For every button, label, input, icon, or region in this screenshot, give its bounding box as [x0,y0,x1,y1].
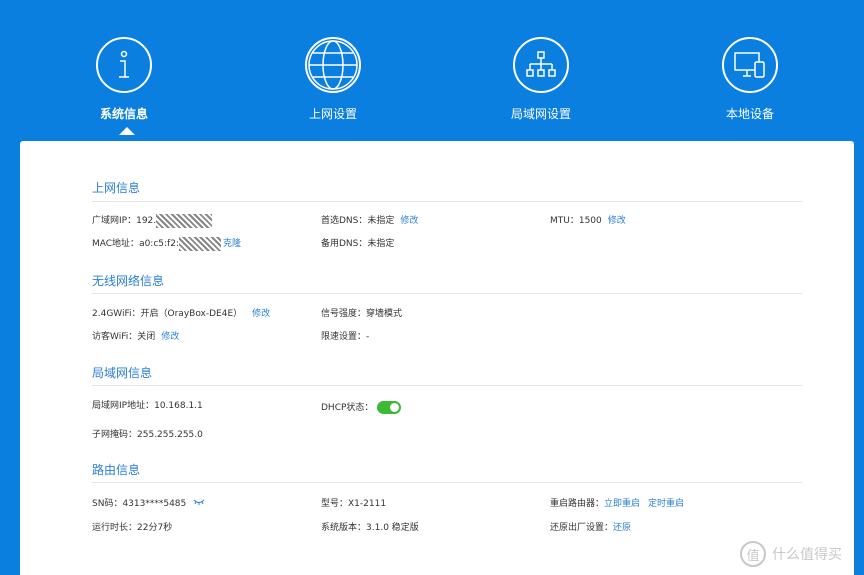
divider [92,201,802,202]
network-icon [513,37,569,93]
dns2-value: 未指定 [367,239,395,249]
sn-label: SN码： [92,499,123,509]
section-title-router: 路由信息 [92,463,141,477]
signal-label: 信号强度： [321,309,367,319]
info-card: 上网信息 广域网IP：192. MAC地址：a0:c5:f2: 克隆 首选DNS：… [20,141,854,575]
model-label: 型号： [321,499,349,509]
wifi24-value: 开启（OrayBox-DE4E） [140,309,243,319]
divider [92,293,802,294]
nav-item-internet-settings[interactable]: 上网设置 [268,37,398,122]
dns1-edit-link[interactable]: 修改 [400,216,418,226]
speed-limit-value: - [366,332,370,342]
nav-label-local-devices: 本地设备 [725,107,774,121]
watermark-logo: 值 [740,541,766,567]
lan-ip-value: 10.168.1.1 [154,401,203,411]
nav-label-lan-settings: 局域网设置 [510,107,571,121]
factory-reset-link[interactable]: 还原 [613,523,631,533]
uptime-value: 22分7秒 [137,523,173,533]
dhcp-label: DHCP状态： [321,403,374,413]
dhcp-row: DHCP状态： [321,400,402,414]
nav-label-system-info: 系统信息 [99,107,148,121]
scheduled-reboot-link[interactable]: 定时重启 [648,499,684,509]
guest-wifi-edit-link[interactable]: 修改 [161,332,179,342]
dns2-row: 备用DNS：未指定 [321,236,394,249]
sn-row: SN码：4313****5485 [92,496,205,509]
wan-ip-row: 广域网IP：192. [92,213,213,228]
model-row: 型号：X1-2111 [321,496,386,509]
lan-ip-label: 局域网IP地址： [92,401,155,411]
factory-reset-row: 还原出厂设置：还原 [550,520,631,533]
signal-value: 穿墙模式 [366,309,403,319]
top-nav: 系统信息 上网设置 局域网设置 本地设备 [0,0,864,141]
redacted-mac [178,236,221,251]
clone-mac-link[interactable]: 克隆 [223,239,241,249]
reboot-now-link[interactable]: 立即重启 [604,499,640,509]
sn-value: 4313****5485 [122,499,187,509]
dns2-label: 备用DNS： [321,239,368,249]
wifi24-edit-link[interactable]: 修改 [252,309,270,319]
dns1-value: 未指定 [367,216,395,226]
watermark-text: 什么值得买 [772,547,842,563]
subnet-mask-value: 255.255.255.0 [137,430,203,440]
version-value: 3.1.0 稳定版 [366,523,419,533]
redacted-ip [156,213,213,228]
nav-item-lan-settings[interactable]: 局域网设置 [476,37,606,122]
globe-icon [305,37,361,93]
guest-wifi-row: 访客WiFi：关闭 修改 [92,329,179,342]
nav-label-internet-settings: 上网设置 [308,107,357,121]
mtu-edit-link[interactable]: 修改 [608,216,626,226]
devices-icon [722,37,778,93]
speed-limit-label: 限速设置： [321,332,367,342]
uptime-row: 运行时长：22分7秒 [92,520,172,533]
speed-limit-row: 限速设置：- [321,329,369,342]
dns1-row: 首选DNS：未指定 修改 [321,213,418,226]
uptime-label: 运行时长： [92,523,138,533]
wifi24-row: 2.4GWiFi：开启（OrayBox-DE4E） 修改 [92,306,270,319]
version-row: 系统版本：3.1.0 稳定版 [321,520,419,533]
toggle-knob [390,403,400,412]
wan-ip-value: 192. [136,216,157,226]
subnet-mask-row: 子网掩码：255.255.255.0 [92,427,203,440]
mtu-row: MTU：1500 修改 [550,213,626,226]
guest-wifi-value: 关闭 [137,332,156,342]
reboot-row: 重启路由器：立即重启 定时重启 [550,496,684,509]
subnet-mask-label: 子网掩码： [92,430,138,440]
section-title-wireless: 无线网络信息 [92,274,165,288]
model-value: X1-2111 [348,499,387,509]
signal-row: 信号强度：穿墙模式 [321,306,402,319]
mtu-label: MTU： [550,216,579,226]
mtu-value: 1500 [578,216,602,226]
nav-item-local-devices[interactable]: 本地设备 [685,37,815,122]
mac-label: MAC地址： [92,239,140,249]
dhcp-toggle[interactable] [377,401,402,414]
version-label: 系统版本： [321,523,367,533]
section-title-lan: 局域网信息 [92,366,153,380]
dns1-label: 首选DNS： [321,216,368,226]
factory-reset-label: 还原出厂设置： [550,523,614,533]
section-title-internet: 上网信息 [92,181,141,195]
mac-row: MAC地址：a0:c5:f2: 克隆 [92,236,241,251]
info-icon [96,37,152,93]
watermark: 值 什么值得买 [740,541,842,567]
wan-ip-label: 广域网IP： [92,216,137,226]
eye-closed-icon[interactable] [193,498,205,509]
nav-item-system-info[interactable]: 系统信息 [59,37,189,122]
active-tab-caret [119,127,135,135]
reboot-label: 重启路由器： [550,499,605,509]
lan-ip-row: 局域网IP地址：10.168.1.1 [92,398,203,411]
divider [92,385,802,386]
guest-wifi-label: 访客WiFi： [92,332,138,342]
mac-value: a0:c5:f2: [139,239,179,249]
wifi24-label: 2.4GWiFi： [92,309,141,319]
divider [92,482,802,483]
